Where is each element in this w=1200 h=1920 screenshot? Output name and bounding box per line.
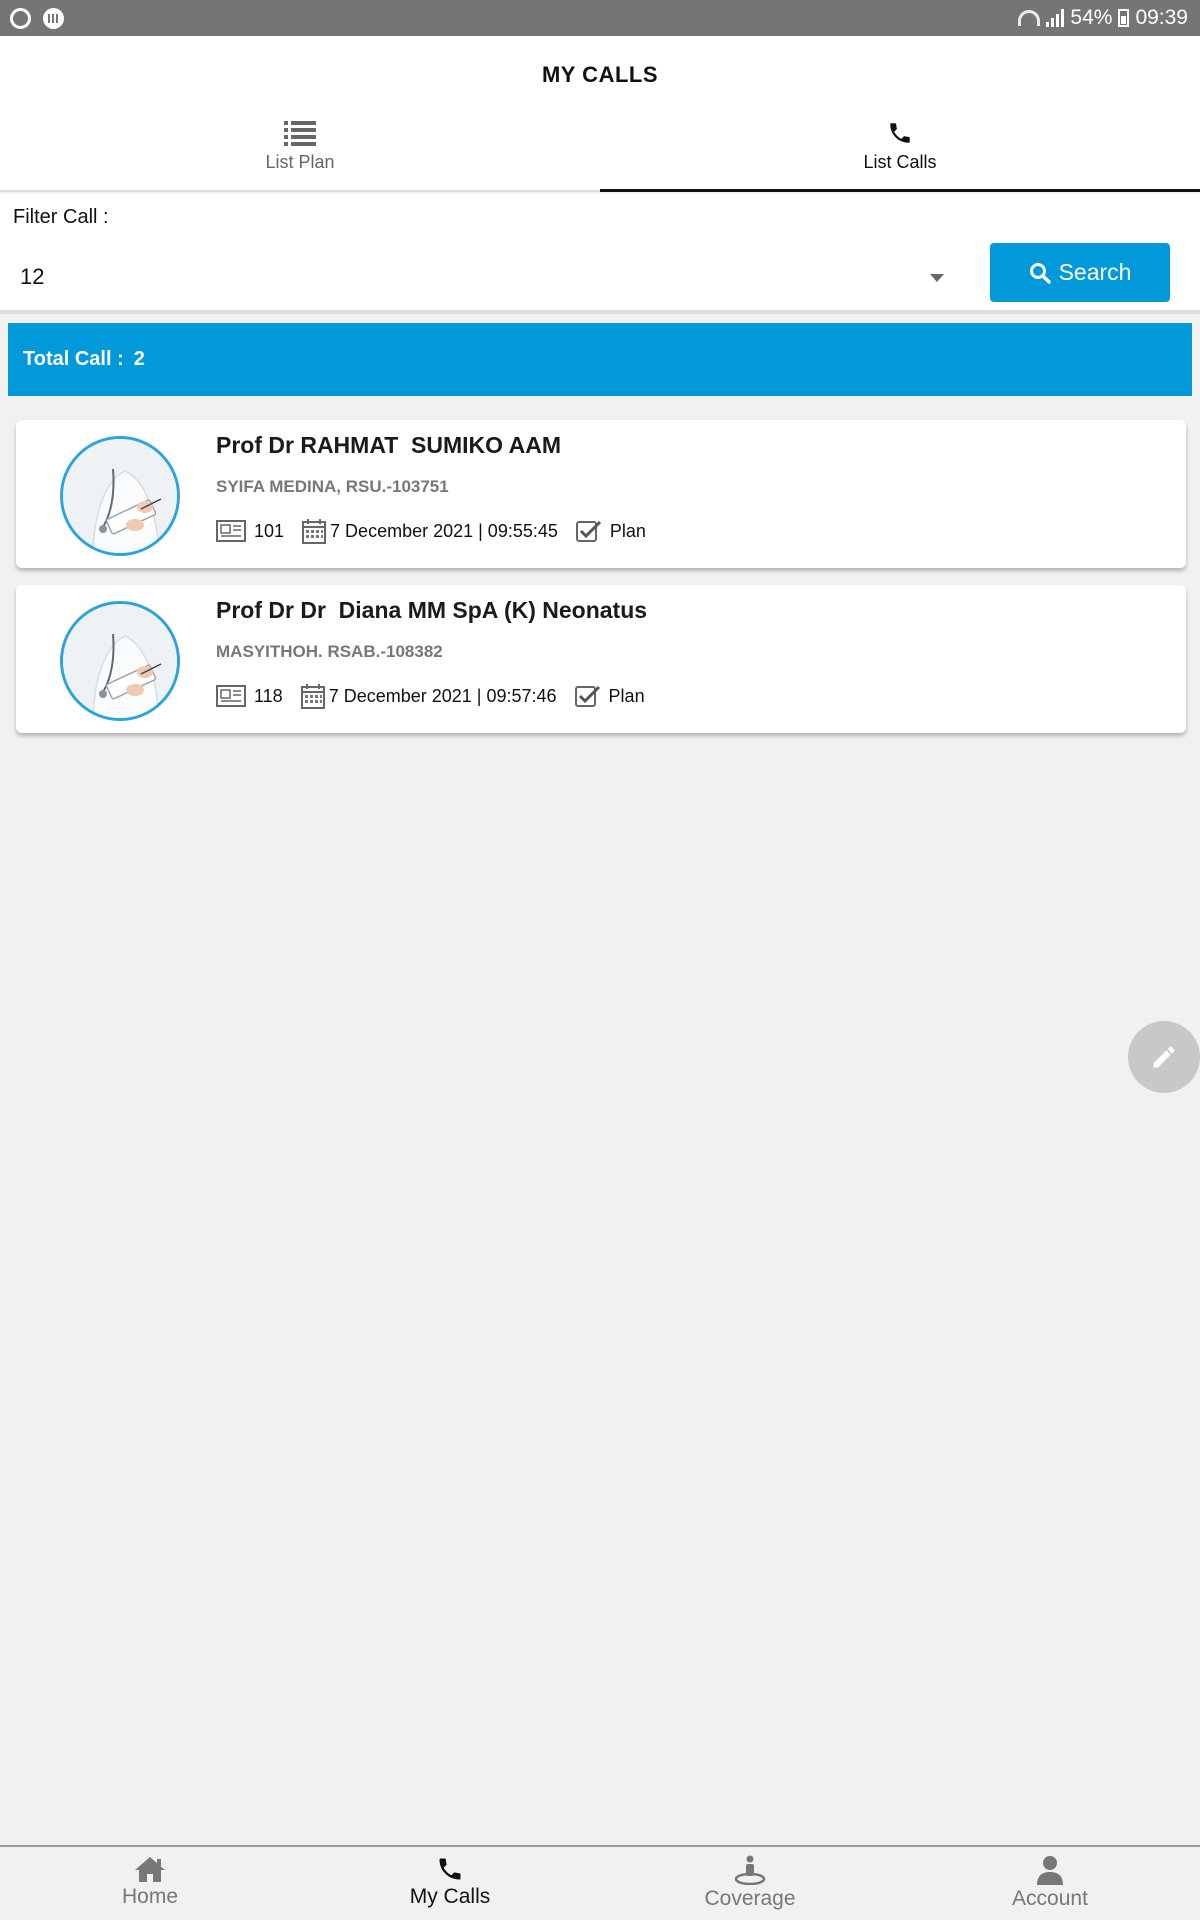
doctor-name: Prof Dr Dr Diana MM SpA (K) Neonatus [216, 597, 648, 623]
total-call-bar: Total Call : 2 [8, 323, 1192, 396]
nav-label: Coverage [704, 1887, 796, 1910]
call-meta: 101 7 December 2021 | 09:55:45 Plan [216, 518, 664, 544]
doctor-avatar [60, 436, 180, 556]
notification-icons [10, 8, 64, 29]
nav-home[interactable]: Home [0, 1847, 300, 1920]
home-icon [135, 1857, 165, 1882]
call-meta: 118 7 December 2021 | 09:57:46 Plan [216, 683, 663, 709]
pencil-icon [1153, 1046, 1175, 1068]
filter-dropdown[interactable]: 12 [8, 252, 948, 302]
checkbox-checked-icon [574, 685, 600, 707]
filter-selected-value: 12 [20, 264, 45, 289]
app-notification-icon [43, 8, 64, 29]
call-card[interactable]: Prof Dr RAHMAT SUMIKO AAM SYIFA MEDINA, … [16, 420, 1186, 568]
nav-label: Home [121, 1885, 179, 1908]
nav-label: Account [1012, 1887, 1088, 1910]
institution-name: MASYITHOH. RSAB.-108382 [216, 642, 443, 661]
signal-icon [1046, 9, 1065, 27]
page-title: MY CALLS [541, 62, 659, 87]
tab-list-calls[interactable]: List Calls [600, 120, 1200, 192]
search-button-label: Search [1058, 259, 1132, 285]
call-status-value: Plan [609, 520, 646, 541]
bottom-navigation: Home My Calls Coverage Account [0, 1845, 1200, 1920]
filter-panel: Filter Call : 12 Search [0, 194, 1200, 314]
newspaper-icon [216, 685, 246, 707]
tab-label: List Plan [265, 152, 335, 172]
call-status: Plan [574, 684, 645, 708]
tab-label: List Calls [863, 152, 937, 172]
call-datetime: 7 December 2021 | 09:57:46 [300, 683, 557, 709]
list-icon [284, 121, 316, 146]
call-code-value: 101 [254, 520, 285, 541]
call-code: 101 [216, 520, 284, 542]
call-status-value: Plan [608, 685, 645, 706]
search-button[interactable]: Search [990, 243, 1170, 302]
sync-icon [10, 8, 31, 29]
chevron-down-icon [930, 274, 944, 282]
institution-name: SYIFA MEDINA, RSU.-103751 [216, 477, 449, 496]
call-datetime: 7 December 2021 | 09:55:45 [302, 518, 558, 544]
nav-my-calls[interactable]: My Calls [300, 1847, 600, 1920]
system-indicators: 54% 09:39 [1018, 6, 1188, 30]
app-header: MY CALLS List Plan List Calls [0, 36, 1200, 192]
call-code: 118 [216, 685, 283, 707]
clock: 09:39 [1135, 6, 1188, 29]
wifi-icon [1018, 10, 1041, 26]
search-icon [1029, 262, 1051, 284]
call-status: Plan [575, 519, 646, 543]
phone-icon [890, 123, 910, 143]
doctor-name: Prof Dr RAHMAT SUMIKO AAM [216, 432, 561, 458]
map-pin-person-icon [734, 1855, 766, 1885]
total-call-label: Total Call : [23, 348, 124, 370]
battery-percent: 54% [1070, 6, 1113, 29]
call-datetime-value: 7 December 2021 | 09:55:45 [330, 520, 558, 541]
calendar-icon [300, 684, 325, 709]
call-card[interactable]: Prof Dr Dr Diana MM SpA (K) Neonatus MAS… [16, 585, 1186, 733]
filter-label: Filter Call : [13, 206, 109, 228]
tab-list-plan[interactable]: List Plan [0, 120, 600, 192]
total-call-count: 2 [133, 348, 145, 370]
calendar-icon [302, 519, 327, 544]
edit-fab-button[interactable] [1128, 1021, 1200, 1093]
phone-icon [439, 1858, 461, 1880]
call-datetime-value: 7 December 2021 | 09:57:46 [328, 685, 557, 706]
user-icon [1037, 1856, 1063, 1885]
doctor-avatar [60, 601, 180, 721]
call-code-value: 118 [254, 685, 283, 706]
nav-coverage[interactable]: Coverage [600, 1847, 900, 1920]
nav-label: My Calls [409, 1885, 491, 1908]
battery-icon [1118, 9, 1130, 27]
newspaper-icon [216, 520, 246, 542]
nav-account[interactable]: Account [900, 1847, 1200, 1920]
checkbox-checked-icon [575, 520, 601, 542]
status-bar: 54% 09:39 [0, 0, 1200, 36]
